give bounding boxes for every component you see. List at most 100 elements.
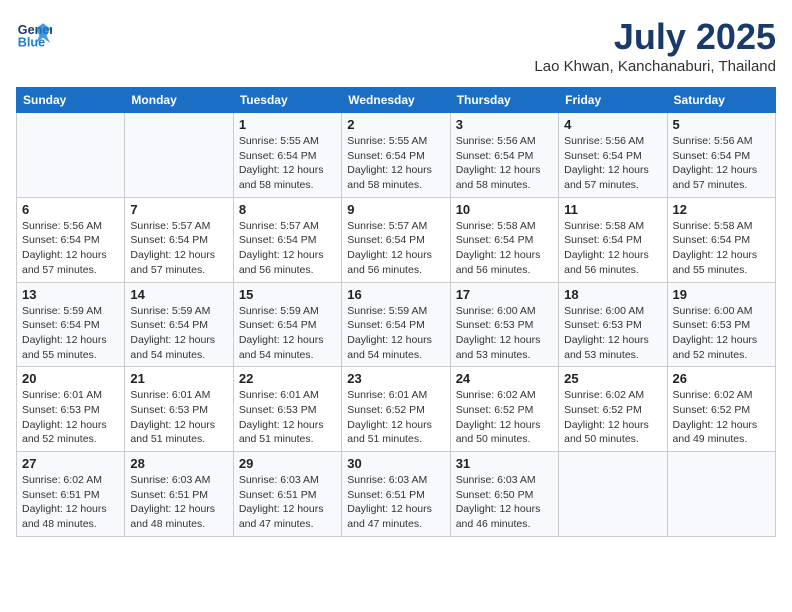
day-info: Sunrise: 6:02 AM Sunset: 6:51 PM Dayligh… <box>22 473 119 532</box>
logo: General Blue <box>16 16 52 52</box>
calendar-cell: 26 Sunrise: 6:02 AM Sunset: 6:52 PM Dayli… <box>667 367 775 452</box>
day-info: Sunrise: 6:00 AM Sunset: 6:53 PM Dayligh… <box>564 304 661 363</box>
day-number: 17 <box>456 287 553 302</box>
calendar-cell: 2 Sunrise: 5:55 AM Sunset: 6:54 PM Daylig… <box>342 113 450 198</box>
day-header-friday: Friday <box>559 88 667 113</box>
day-number: 10 <box>456 202 553 217</box>
day-info: Sunrise: 5:58 AM Sunset: 6:54 PM Dayligh… <box>456 219 553 278</box>
day-number: 15 <box>239 287 336 302</box>
day-header-saturday: Saturday <box>667 88 775 113</box>
day-info: Sunrise: 5:59 AM Sunset: 6:54 PM Dayligh… <box>347 304 444 363</box>
day-info: Sunrise: 5:57 AM Sunset: 6:54 PM Dayligh… <box>130 219 227 278</box>
day-info: Sunrise: 5:59 AM Sunset: 6:54 PM Dayligh… <box>22 304 119 363</box>
calendar-cell: 6Sunrise: 5:56 AM Sunset: 6:54 PM Daylig… <box>17 197 125 282</box>
day-number: 26 <box>673 371 770 386</box>
calendar-week-4: 20 Sunrise: 6:01 AM Sunset: 6:53 PM Dayli… <box>17 367 776 452</box>
day-info: Sunrise: 5:56 AM Sunset: 6:54 PM Dayligh… <box>22 219 119 278</box>
day-info: Sunrise: 5:56 AM Sunset: 6:54 PM Dayligh… <box>564 134 661 193</box>
location-title: Lao Khwan, Kanchanaburi, Thailand <box>534 58 776 75</box>
day-header-tuesday: Tuesday <box>233 88 341 113</box>
calendar-cell: 11 Sunrise: 5:58 AM Sunset: 6:54 PM Dayli… <box>559 197 667 282</box>
day-number: 1 <box>239 117 336 132</box>
calendar-cell: 19 Sunrise: 6:00 AM Sunset: 6:53 PM Dayli… <box>667 282 775 367</box>
calendar-week-5: 27Sunrise: 6:02 AM Sunset: 6:51 PM Dayli… <box>17 452 776 537</box>
day-info: Sunrise: 5:59 AM Sunset: 6:54 PM Dayligh… <box>130 304 227 363</box>
day-info: Sunrise: 6:02 AM Sunset: 6:52 PM Dayligh… <box>456 388 553 447</box>
calendar-cell <box>667 452 775 537</box>
day-info: Sunrise: 6:02 AM Sunset: 6:52 PM Dayligh… <box>673 388 770 447</box>
calendar-cell: 9Sunrise: 5:57 AM Sunset: 6:54 PM Daylig… <box>342 197 450 282</box>
day-info: Sunrise: 5:58 AM Sunset: 6:54 PM Dayligh… <box>673 219 770 278</box>
month-title: July 2025 <box>534 16 776 58</box>
calendar-cell: 12Sunrise: 5:58 AM Sunset: 6:54 PM Dayli… <box>667 197 775 282</box>
calendar-cell: 24 Sunrise: 6:02 AM Sunset: 6:52 PM Dayli… <box>450 367 558 452</box>
day-number: 28 <box>130 456 227 471</box>
day-number: 20 <box>22 371 119 386</box>
calendar-cell: 20 Sunrise: 6:01 AM Sunset: 6:53 PM Dayli… <box>17 367 125 452</box>
day-info: Sunrise: 6:00 AM Sunset: 6:53 PM Dayligh… <box>456 304 553 363</box>
day-info: Sunrise: 6:02 AM Sunset: 6:52 PM Dayligh… <box>564 388 661 447</box>
calendar-cell: 16 Sunrise: 5:59 AM Sunset: 6:54 PM Dayli… <box>342 282 450 367</box>
day-info: Sunrise: 6:01 AM Sunset: 6:52 PM Dayligh… <box>347 388 444 447</box>
day-number: 19 <box>673 287 770 302</box>
day-info: Sunrise: 6:03 AM Sunset: 6:51 PM Dayligh… <box>130 473 227 532</box>
day-number: 2 <box>347 117 444 132</box>
calendar-week-3: 13 Sunrise: 5:59 AM Sunset: 6:54 PM Dayli… <box>17 282 776 367</box>
calendar-cell: 14Sunrise: 5:59 AM Sunset: 6:54 PM Dayli… <box>125 282 233 367</box>
calendar-cell: 1Sunrise: 5:55 AM Sunset: 6:54 PM Daylig… <box>233 113 341 198</box>
calendar-cell: 7Sunrise: 5:57 AM Sunset: 6:54 PM Daylig… <box>125 197 233 282</box>
day-header-sunday: Sunday <box>17 88 125 113</box>
calendar-cell: 10 Sunrise: 5:58 AM Sunset: 6:54 PM Dayli… <box>450 197 558 282</box>
day-info: Sunrise: 6:01 AM Sunset: 6:53 PM Dayligh… <box>22 388 119 447</box>
day-info: Sunrise: 6:01 AM Sunset: 6:53 PM Dayligh… <box>239 388 336 447</box>
day-number: 5 <box>673 117 770 132</box>
day-info: Sunrise: 6:01 AM Sunset: 6:53 PM Dayligh… <box>130 388 227 447</box>
day-header-wednesday: Wednesday <box>342 88 450 113</box>
day-number: 24 <box>456 371 553 386</box>
page-header: General Blue July 2025 Lao Khwan, Kancha… <box>16 16 776 75</box>
day-number: 25 <box>564 371 661 386</box>
day-number: 13 <box>22 287 119 302</box>
day-info: Sunrise: 5:56 AM Sunset: 6:54 PM Dayligh… <box>673 134 770 193</box>
calendar-cell <box>125 113 233 198</box>
day-info: Sunrise: 5:58 AM Sunset: 6:54 PM Dayligh… <box>564 219 661 278</box>
day-number: 22 <box>239 371 336 386</box>
calendar-cell: 3 Sunrise: 5:56 AM Sunset: 6:54 PM Daylig… <box>450 113 558 198</box>
day-number: 11 <box>564 202 661 217</box>
calendar-cell: 31Sunrise: 6:03 AM Sunset: 6:50 PM Dayli… <box>450 452 558 537</box>
day-info: Sunrise: 5:57 AM Sunset: 6:54 PM Dayligh… <box>239 219 336 278</box>
day-info: Sunrise: 5:59 AM Sunset: 6:54 PM Dayligh… <box>239 304 336 363</box>
day-number: 23 <box>347 371 444 386</box>
day-info: Sunrise: 6:03 AM Sunset: 6:51 PM Dayligh… <box>347 473 444 532</box>
title-block: July 2025 Lao Khwan, Kanchanaburi, Thail… <box>534 16 776 75</box>
day-number: 8 <box>239 202 336 217</box>
day-info: Sunrise: 5:55 AM Sunset: 6:54 PM Dayligh… <box>347 134 444 193</box>
day-number: 21 <box>130 371 227 386</box>
calendar-week-2: 6Sunrise: 5:56 AM Sunset: 6:54 PM Daylig… <box>17 197 776 282</box>
day-number: 16 <box>347 287 444 302</box>
calendar-cell: 18Sunrise: 6:00 AM Sunset: 6:53 PM Dayli… <box>559 282 667 367</box>
calendar-cell: 13 Sunrise: 5:59 AM Sunset: 6:54 PM Dayli… <box>17 282 125 367</box>
calendar-cell: 28 Sunrise: 6:03 AM Sunset: 6:51 PM Dayli… <box>125 452 233 537</box>
calendar-cell: 30Sunrise: 6:03 AM Sunset: 6:51 PM Dayli… <box>342 452 450 537</box>
day-info: Sunrise: 6:03 AM Sunset: 6:51 PM Dayligh… <box>239 473 336 532</box>
day-info: Sunrise: 5:57 AM Sunset: 6:54 PM Dayligh… <box>347 219 444 278</box>
day-number: 3 <box>456 117 553 132</box>
calendar-header: SundayMondayTuesdayWednesdayThursdayFrid… <box>17 88 776 113</box>
calendar-table: SundayMondayTuesdayWednesdayThursdayFrid… <box>16 87 776 537</box>
day-number: 4 <box>564 117 661 132</box>
calendar-cell <box>559 452 667 537</box>
day-header-thursday: Thursday <box>450 88 558 113</box>
day-info: Sunrise: 5:56 AM Sunset: 6:54 PM Dayligh… <box>456 134 553 193</box>
day-info: Sunrise: 6:00 AM Sunset: 6:53 PM Dayligh… <box>673 304 770 363</box>
day-number: 29 <box>239 456 336 471</box>
calendar-cell: 29 Sunrise: 6:03 AM Sunset: 6:51 PM Dayli… <box>233 452 341 537</box>
calendar-week-1: 1 Sunrise: 5:55 AM Sunset: 6:54 PM Daylig… <box>17 113 776 198</box>
calendar-cell <box>17 113 125 198</box>
day-number: 31 <box>456 456 553 471</box>
day-header-monday: Monday <box>125 88 233 113</box>
calendar-cell: 5 Sunrise: 5:56 AM Sunset: 6:54 PM Daylig… <box>667 113 775 198</box>
calendar-cell: 8 Sunrise: 5:57 AM Sunset: 6:54 PM Daylig… <box>233 197 341 282</box>
calendar-cell: 17 Sunrise: 6:00 AM Sunset: 6:53 PM Dayli… <box>450 282 558 367</box>
calendar-cell: 25 Sunrise: 6:02 AM Sunset: 6:52 PM Dayli… <box>559 367 667 452</box>
